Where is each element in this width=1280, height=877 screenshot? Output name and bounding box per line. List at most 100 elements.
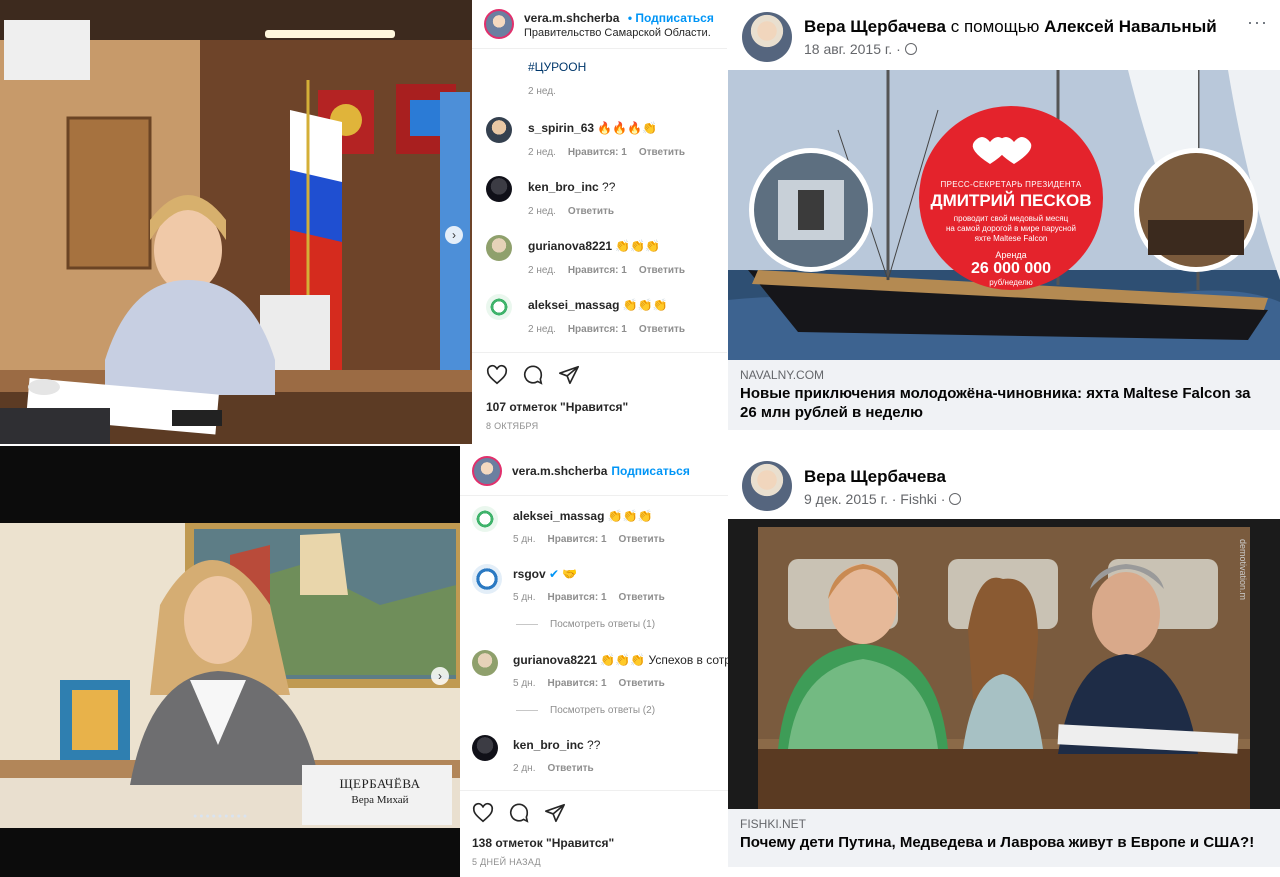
link-preview-image[interactable]: ПРЕСС-СЕКРЕТАРЬ ПРЕЗИДЕНТА ДМИТРИЙ ПЕСКО… [728,70,1280,360]
watermark: demotivation.m [1238,539,1248,601]
with-name[interactable]: Алексей Навальный [1044,17,1217,36]
comment-item: s_spirin_63 🔥🔥🔥👏 2 нед. Нравится: 1 Ответи… [472,117,727,161]
follow-button[interactable]: • Подписаться [628,11,714,25]
comment-item: gurianova8221 👏👏👏 2 нед. Нравится: 1 Ответ… [472,235,727,279]
share-icon[interactable] [544,802,566,824]
reply-button[interactable]: Ответить [619,534,665,545]
comment-likes[interactable]: Нравится: 1 [568,265,627,276]
comment-item: gurianova8221 👏👏👏 Успехов в сотруд 5 дн.… [460,650,743,720]
post-username[interactable]: vera.m.shcherba [524,11,619,25]
comment-username[interactable]: gurianova8221 [528,239,612,253]
avatar[interactable] [486,117,512,143]
post-date: 8 ОКТЯБРЯ [486,421,539,431]
link-headline[interactable]: Новые приключения молодожёна-чиновника: … [740,384,1268,422]
circle-price: 26 000 000 [970,260,1052,277]
comment-text: ?? [602,180,616,194]
link-preview[interactable]: FISHKI.NET Почему дети Путина, Медведева… [728,809,1280,867]
comment-time: 2 нед. [528,206,556,217]
post-username[interactable]: vera.m.shcherba [512,464,607,478]
avatar[interactable] [472,564,502,594]
comment-username[interactable]: rsgov [513,567,546,581]
comment-likes[interactable]: Нравится: 1 [547,592,606,603]
comment-text: 👏👏👏 [615,239,661,253]
avatar[interactable] [742,12,792,62]
carousel-next-icon[interactable]: › [445,226,463,244]
author-name[interactable]: Вера Щербачева [804,467,946,486]
post-time[interactable]: 18 авг. 2015 г. · [804,41,901,57]
comment-item: rsgov ✔ 🤝 5 дн. Нравится: 1 Ответить Посмо… [460,564,728,634]
nameplate: ЩЕРБАЧЁВА Вера Михай [305,776,455,806]
avatar[interactable] [472,456,502,486]
reply-button[interactable]: Ответить [547,763,593,774]
link-headline[interactable]: Почему дети Путина, Медведева и Лаврова … [740,833,1268,852]
comment-likes[interactable]: Нравится: 1 [547,534,606,545]
hashtag-link[interactable]: #ЦУРООН [528,60,586,74]
comment-likes[interactable]: Нравится: 1 [547,678,606,689]
nameplate-surname: ЩЕРБАЧЁВА [339,776,421,791]
avatar[interactable] [486,176,512,202]
reply-button[interactable]: Ответить [619,678,665,689]
share-icon[interactable] [558,364,580,386]
comment-icon[interactable] [522,364,544,386]
heart-icon[interactable] [472,802,494,824]
instagram-post-bottom: vera.m.shcherba Подписаться aleksei_mass… [460,445,743,877]
comment-likes[interactable]: Нравится: 1 [568,147,627,158]
avatar[interactable] [472,650,498,676]
comment-username[interactable]: aleksei_massag [528,298,619,312]
comment-time: 5 дн. [513,534,536,545]
post-time-line: 18 авг. 2015 г. · [804,41,917,57]
comment-time: 5 дн. [513,678,536,689]
avatar[interactable] [486,294,512,320]
comment-time: 5 дн. [513,592,536,603]
comment-icon[interactable] [508,802,530,824]
comment-text: 🔥🔥🔥👏 [597,121,658,135]
with-text: с помощью [950,17,1040,36]
circle-desc: проводит свой медовый месяц на самой дор… [945,214,1077,243]
reply-button[interactable]: Ответить [639,265,685,276]
like-count[interactable]: 138 отметок "Нравится" [472,836,614,850]
comment-text: ✔ 🤝 [549,567,578,581]
reply-button[interactable]: Ответить [639,324,685,335]
panel-divider-horizontal [0,444,1280,446]
comment-time: 2 нед. [528,147,556,158]
comment-username[interactable]: aleksei_massag [513,509,604,523]
comment-username[interactable]: gurianova8221 [513,653,597,667]
comment-username[interactable]: ken_bro_inc [528,180,599,194]
author-name[interactable]: Вера Щербачева [804,17,946,36]
post-time[interactable]: 9 дек. 2015 г. · Fishki · [804,491,945,507]
view-replies-button[interactable]: Посмотреть ответы (2) [516,705,655,716]
reply-button[interactable]: Ответить [619,592,665,603]
post-location[interactable]: Правительство Самарской Области. [524,27,714,39]
reply-button[interactable]: Ответить [568,206,614,217]
avatar[interactable] [486,235,512,261]
avatar[interactable] [472,735,498,761]
comment-item: aleksei_massag 👏👏👏 5 дн. Нравится: 1 Ответ… [460,506,728,546]
comment-time: 2 нед. [528,265,556,276]
link-preview-image[interactable]: demotivation.m [728,519,1280,809]
carousel-next-icon[interactable]: › [431,667,449,685]
link-preview[interactable]: NAVALNY.COM Новые приключения молодожёна… [728,360,1280,430]
more-options-icon[interactable]: ··· [1247,12,1268,33]
comment-time: 2 дн. [513,763,536,774]
comment-username[interactable]: s_spirin_63 [528,121,594,135]
comment-username[interactable]: ken_bro_inc [513,738,584,752]
circle-rent: Аренда [995,250,1027,260]
avatar[interactable] [472,506,498,532]
reply-button[interactable]: Ответить [639,147,685,158]
carousel-dots: ●●●●●●●●● [193,813,250,820]
link-domain: FISHKI.NET [740,817,807,831]
avatar[interactable] [484,9,514,39]
comment-text: 👏👏👏 Успехов в сотруд [600,653,744,667]
avatar[interactable] [742,461,792,511]
circle-unit: руб/неделю [989,278,1033,287]
follow-button[interactable]: Подписаться [611,464,689,478]
post-actions [486,364,580,386]
post-header: vera.m.shcherba Подписаться [460,447,728,495]
like-count[interactable]: 107 отметок "Нравится" [486,400,628,414]
heart-icon[interactable] [486,364,508,386]
comment-likes[interactable]: Нравится: 1 [568,324,627,335]
view-replies-button[interactable]: Посмотреть ответы (1) [516,619,655,630]
photo-official-office: › [0,0,472,445]
caption-time: 2 нед. [528,86,556,97]
post-time-line: 9 дек. 2015 г. · Fishki · [804,491,962,507]
